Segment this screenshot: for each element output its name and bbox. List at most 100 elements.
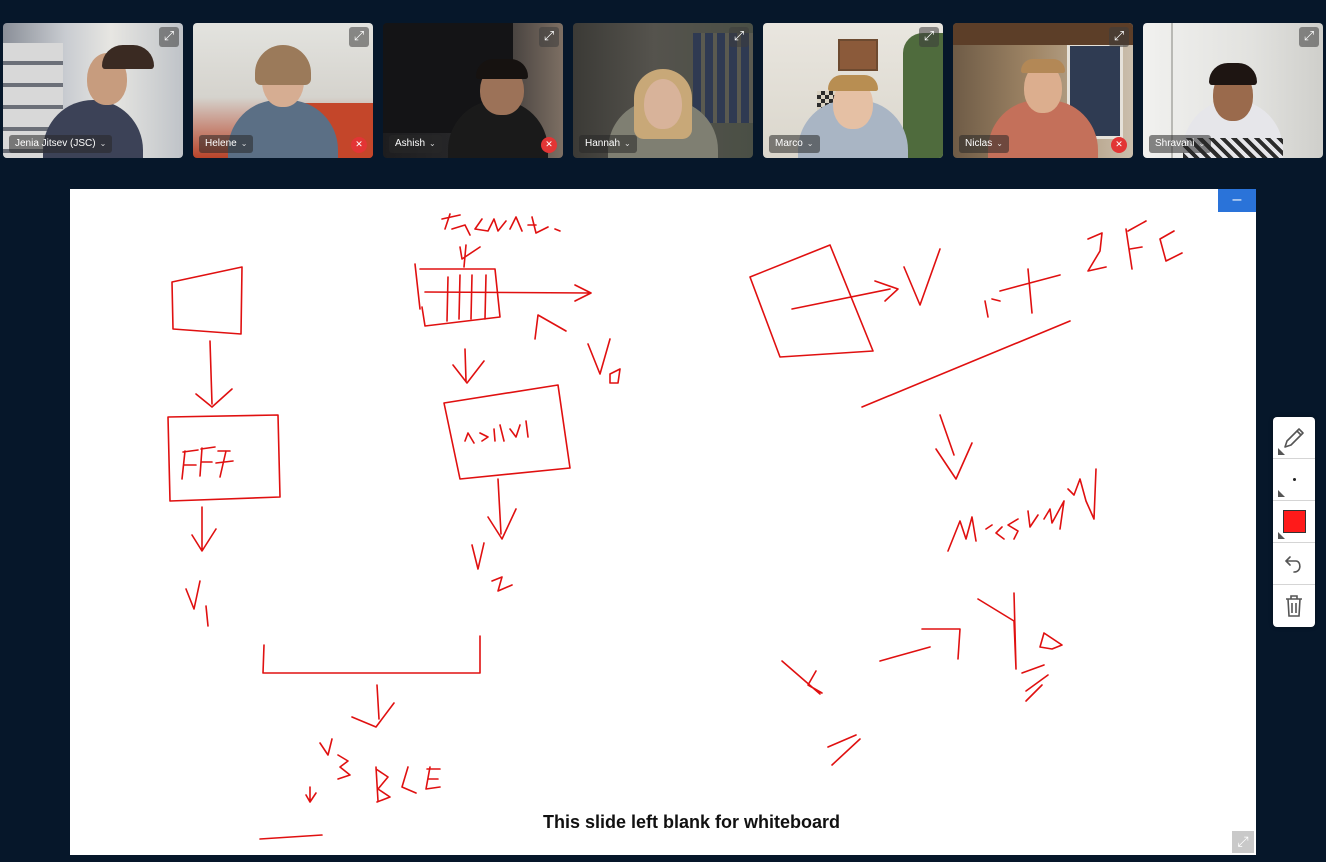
pencil-tool-button[interactable] (1273, 417, 1315, 459)
chevron-down-icon: ⌄ (1198, 139, 1206, 148)
sketch-text-v3 (319, 738, 351, 780)
chevron-down-icon: ⌄ (240, 139, 248, 148)
clear-board-button[interactable] (1273, 585, 1315, 627)
whiteboard-canvas[interactable]: This slide left blank for whiteboard – ⤢ (70, 189, 1256, 855)
hair (102, 45, 154, 69)
sketch-box-retinet (443, 384, 571, 480)
sketch-arrow (452, 348, 485, 384)
sketch-arrow (351, 684, 395, 728)
chevron-down-icon: ⌄ (624, 139, 631, 148)
expand-video-icon[interactable]: ⤢ (349, 27, 369, 47)
sketch-text-v1 (185, 580, 209, 627)
sketch-underline (259, 834, 323, 840)
stroke-width-button[interactable] (1273, 459, 1315, 501)
wall-picture (838, 39, 878, 71)
sketch-box-input (171, 266, 243, 335)
expand-video-icon[interactable]: ⤢ (1299, 27, 1319, 47)
participant-name-tag[interactable]: Helene ⌄ (199, 135, 254, 153)
sketch-arrow-right (424, 284, 592, 302)
participant-name: Niclas (965, 138, 993, 149)
sketch-text-retinet (464, 420, 529, 444)
video-tile-helene[interactable]: ⤢ Helene ⌄ ✕ (193, 23, 373, 158)
sketch-text-dce (375, 766, 441, 803)
muted-mic-icon: ✕ (351, 137, 367, 153)
face (644, 79, 682, 129)
video-tile-shravani[interactable]: ⤢ Shravani ⌄ (1143, 23, 1323, 158)
sketch-text-d (1039, 632, 1063, 650)
participant-name-tag[interactable]: Niclas ⌄ (959, 135, 1009, 153)
sketch-arrow-right (791, 280, 899, 310)
sketch-equals-left (827, 734, 861, 766)
sketch-arrow-down-small (459, 244, 481, 268)
sketch-bracket (262, 635, 481, 674)
expand-video-icon[interactable]: ⤢ (159, 27, 179, 47)
expand-video-icon[interactable]: ⤢ (729, 27, 749, 47)
sketch-box-conv (414, 263, 501, 327)
slide-caption: This slide left blank for whiteboard (542, 812, 841, 832)
color-swatch (1282, 510, 1306, 533)
muted-mic-icon: ✕ (1111, 137, 1127, 153)
sketch-text-missing (947, 468, 1097, 552)
sketch-text-fc (1125, 220, 1183, 270)
participant-name-tag[interactable]: Jenia Jitsev (JSC) ⌄ (9, 135, 113, 153)
sketch-small-arrow (305, 786, 317, 803)
meeting-window: ⤢ Jenia Jitsev (JSC) ⌄ ⤢ Helene ⌄ ✕ ⤢ Ashi… (0, 0, 1326, 862)
sketch-arrow (195, 340, 233, 408)
sketch-arrow (935, 414, 973, 480)
undo-icon (1284, 555, 1301, 573)
participant-name-tag[interactable]: Hannah ⌄ (579, 135, 637, 153)
trash-icon (1286, 595, 1302, 617)
hair (828, 75, 878, 91)
participant-name-tag[interactable]: Shravani ⌄ (1149, 135, 1212, 153)
dot-icon (1292, 478, 1296, 481)
participant-name: Marco (775, 138, 803, 149)
expand-video-icon[interactable]: ⤢ (539, 27, 559, 47)
sketch-text-2 (1087, 232, 1107, 272)
submenu-indicator-icon (1278, 532, 1285, 539)
sketch-text-eff (181, 446, 234, 480)
muted-mic-icon: ✕ (541, 137, 557, 153)
whiteboard-ink (167, 213, 1183, 840)
chevron-down-icon: ⌄ (996, 139, 1003, 148)
chevron-down-icon: ⌄ (99, 139, 107, 148)
hair (1021, 59, 1065, 73)
ceiling-beam (953, 23, 1133, 45)
video-tile-ashish[interactable]: ⤢ Ashish ⌄ ✕ (383, 23, 563, 158)
sketch-box-right (749, 244, 874, 358)
participant-name: Hannah (585, 138, 621, 149)
sketch-arrow-right-2 (879, 628, 961, 662)
sketch-text-y (977, 592, 1017, 670)
sketch-text-v2 (471, 542, 513, 592)
plant (903, 33, 943, 158)
participant-name: Shravani (1155, 138, 1195, 149)
expand-video-icon[interactable]: ⤢ (919, 27, 939, 47)
submenu-indicator-icon (1278, 448, 1285, 455)
sketch-arrow-up (534, 314, 567, 340)
video-tile-marco[interactable]: ⤢ Marco ⌄ (763, 23, 943, 158)
sketch-text-v (903, 248, 941, 306)
participant-name-tag[interactable]: Ashish ⌄ (389, 135, 442, 153)
sketch-filter-lines (446, 274, 487, 322)
undo-button[interactable] (1273, 543, 1315, 585)
sketch-arrow (487, 478, 517, 540)
video-tile-jenia[interactable]: ⤢ Jenia Jitsev (JSC) ⌄ (3, 23, 183, 158)
participant-name: Ashish (395, 138, 426, 149)
video-tile-hannah[interactable]: ⤢ Hannah ⌄ (573, 23, 753, 158)
sketch-underline-long (861, 320, 1071, 408)
sketch-equals-right (1021, 664, 1049, 702)
sketch-text-input (441, 213, 561, 236)
participant-name-tag[interactable]: Marco ⌄ (769, 135, 820, 153)
fullscreen-icon[interactable]: ⤢ (1232, 831, 1254, 853)
whiteboard-toolbar (1273, 417, 1315, 627)
chevron-down-icon: ⌄ (806, 139, 814, 148)
video-tile-niclas[interactable]: ⤢ Niclas ⌄ ✕ (953, 23, 1133, 158)
sketch-text-v0 (587, 338, 621, 384)
hair (1209, 63, 1257, 85)
minimize-whiteboard-button[interactable]: – (1218, 189, 1256, 212)
submenu-indicator-icon (1278, 490, 1285, 497)
expand-video-icon[interactable]: ⤢ (1109, 27, 1129, 47)
color-picker-button[interactable] (1273, 501, 1315, 543)
participant-name: Jenia Jitsev (JSC) (15, 138, 96, 149)
participant-name: Helene (205, 138, 237, 149)
sketch-subscript (984, 298, 1001, 318)
